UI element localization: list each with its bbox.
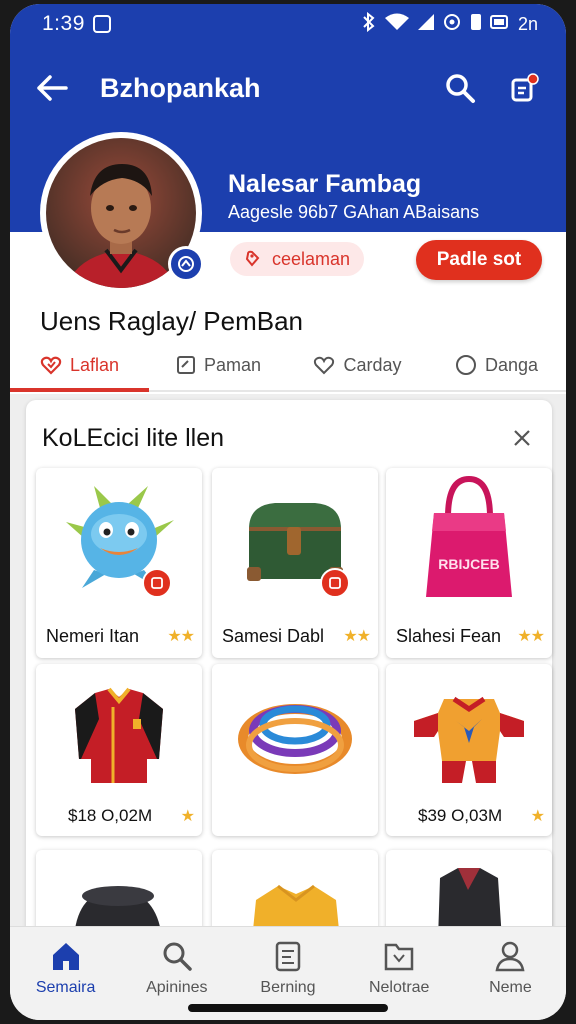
tab-danga[interactable]: Danga <box>427 340 566 390</box>
item-rating: ★ <box>180 808 195 825</box>
sim-icon <box>470 13 482 36</box>
page-title: Uens Raglay/ PemBan <box>40 306 304 336</box>
tab-label: Paman <box>203 354 262 375</box>
hotspot-icon <box>442 12 462 37</box>
collection-item[interactable]: Samesi Dabl ★★ <box>212 468 378 658</box>
status-battery-text: 2n <box>517 13 538 34</box>
status-chip-label: ceelaman <box>272 248 351 269</box>
rope-coil-image <box>212 664 378 804</box>
sale-tag-icon <box>142 568 172 598</box>
primary-action-button[interactable]: Padle sot <box>416 240 542 280</box>
collection-item[interactable]: RBIJCEB Slahesi Fean ★★ <box>386 468 552 658</box>
nav-profile[interactable]: Neme <box>455 927 566 1020</box>
item-rating: ★★ <box>167 628 195 645</box>
app-bar: Bzhopankah <box>10 56 566 120</box>
tab-label: Carday <box>343 354 402 375</box>
bag-print: RBIJCEB <box>438 556 499 572</box>
status-time: 1:39 <box>42 12 85 35</box>
item-name: Samesi Dabl <box>222 626 325 646</box>
nav-label: Berning <box>260 979 316 996</box>
home-indicator[interactable] <box>188 1004 388 1012</box>
search-icon <box>163 942 192 971</box>
notification-icon <box>92 15 111 33</box>
tab-bar: Laflan Paman Carday Danga <box>10 340 566 392</box>
folder-icon <box>384 943 414 971</box>
item-name: Slahesi Fean <box>396 626 502 646</box>
checkbox-icon <box>176 356 195 374</box>
creature-toy-image <box>36 468 202 608</box>
clipboard-icon <box>275 941 301 972</box>
sale-tag-icon <box>320 568 350 598</box>
status-chip[interactable]: ceelaman <box>230 242 365 276</box>
nav-label: Semaira <box>35 979 96 996</box>
signal-icon <box>417 13 434 35</box>
pink-bag-image: RBIJCEB <box>386 468 552 608</box>
collection-title: KoLEcici lite llen <box>42 424 225 452</box>
status-bar: 1:39 2n <box>10 4 566 44</box>
nav-label: Nelotrae <box>368 979 430 996</box>
heart-outline-icon <box>314 356 335 375</box>
mascot-costume-image <box>386 664 552 804</box>
collection-item[interactable] <box>212 664 378 836</box>
tab-paman[interactable]: Paman <box>149 340 288 390</box>
home-icon <box>52 943 79 970</box>
phone-screen: 1:39 2n Bzhopankah Nalesar Fambag Aagesl… <box>10 4 566 1020</box>
tab-carday[interactable]: Carday <box>288 340 427 390</box>
battery-icon <box>489 14 510 35</box>
item-rating: ★ <box>530 808 545 825</box>
green-chest-image <box>212 468 378 608</box>
nav-home[interactable]: Semaira <box>10 927 121 1020</box>
close-button[interactable] <box>506 422 538 454</box>
item-price: $39 O,03M <box>418 806 503 825</box>
item-name: Nemeri Itan <box>46 626 140 646</box>
item-rating: ★★ <box>343 628 371 645</box>
status-icons: 2n <box>362 11 538 37</box>
verified-badge-icon <box>168 246 204 282</box>
red-jersey-image <box>36 664 202 804</box>
back-button[interactable] <box>34 70 70 106</box>
tab-laflan[interactable]: Laflan <box>10 340 149 392</box>
close-icon <box>514 430 530 446</box>
heart-icon <box>40 356 62 375</box>
tab-label: Laflan <box>69 354 120 375</box>
notifications-button[interactable] <box>506 70 542 106</box>
app-title: Bzhopankah <box>100 72 261 103</box>
wifi-icon <box>384 13 410 36</box>
circle-icon <box>455 355 476 375</box>
profile-name: Nalesar Fambag <box>228 170 422 198</box>
collection-item[interactable]: Nemeri Itan ★★ <box>36 468 202 658</box>
person-icon <box>495 941 525 972</box>
collection-item[interactable]: $18 O,02M ★ <box>36 664 202 836</box>
bell-badge-icon <box>511 73 539 102</box>
item-price: $18 O,02M <box>68 806 153 825</box>
tab-label: Danga <box>484 354 539 375</box>
profile-subtitle: Aagesle 96b7 GAhan ABaisans <box>228 202 480 222</box>
nav-label: Neme <box>489 979 532 996</box>
back-arrow-icon <box>37 75 68 101</box>
tag-icon <box>245 250 260 267</box>
nav-label: Apinines <box>146 979 208 996</box>
search-icon <box>446 74 475 103</box>
item-rating: ★★ <box>517 628 545 645</box>
collection-item[interactable]: $39 O,03M ★ <box>386 664 552 836</box>
search-button[interactable] <box>442 70 478 106</box>
bluetooth-icon <box>362 11 376 37</box>
